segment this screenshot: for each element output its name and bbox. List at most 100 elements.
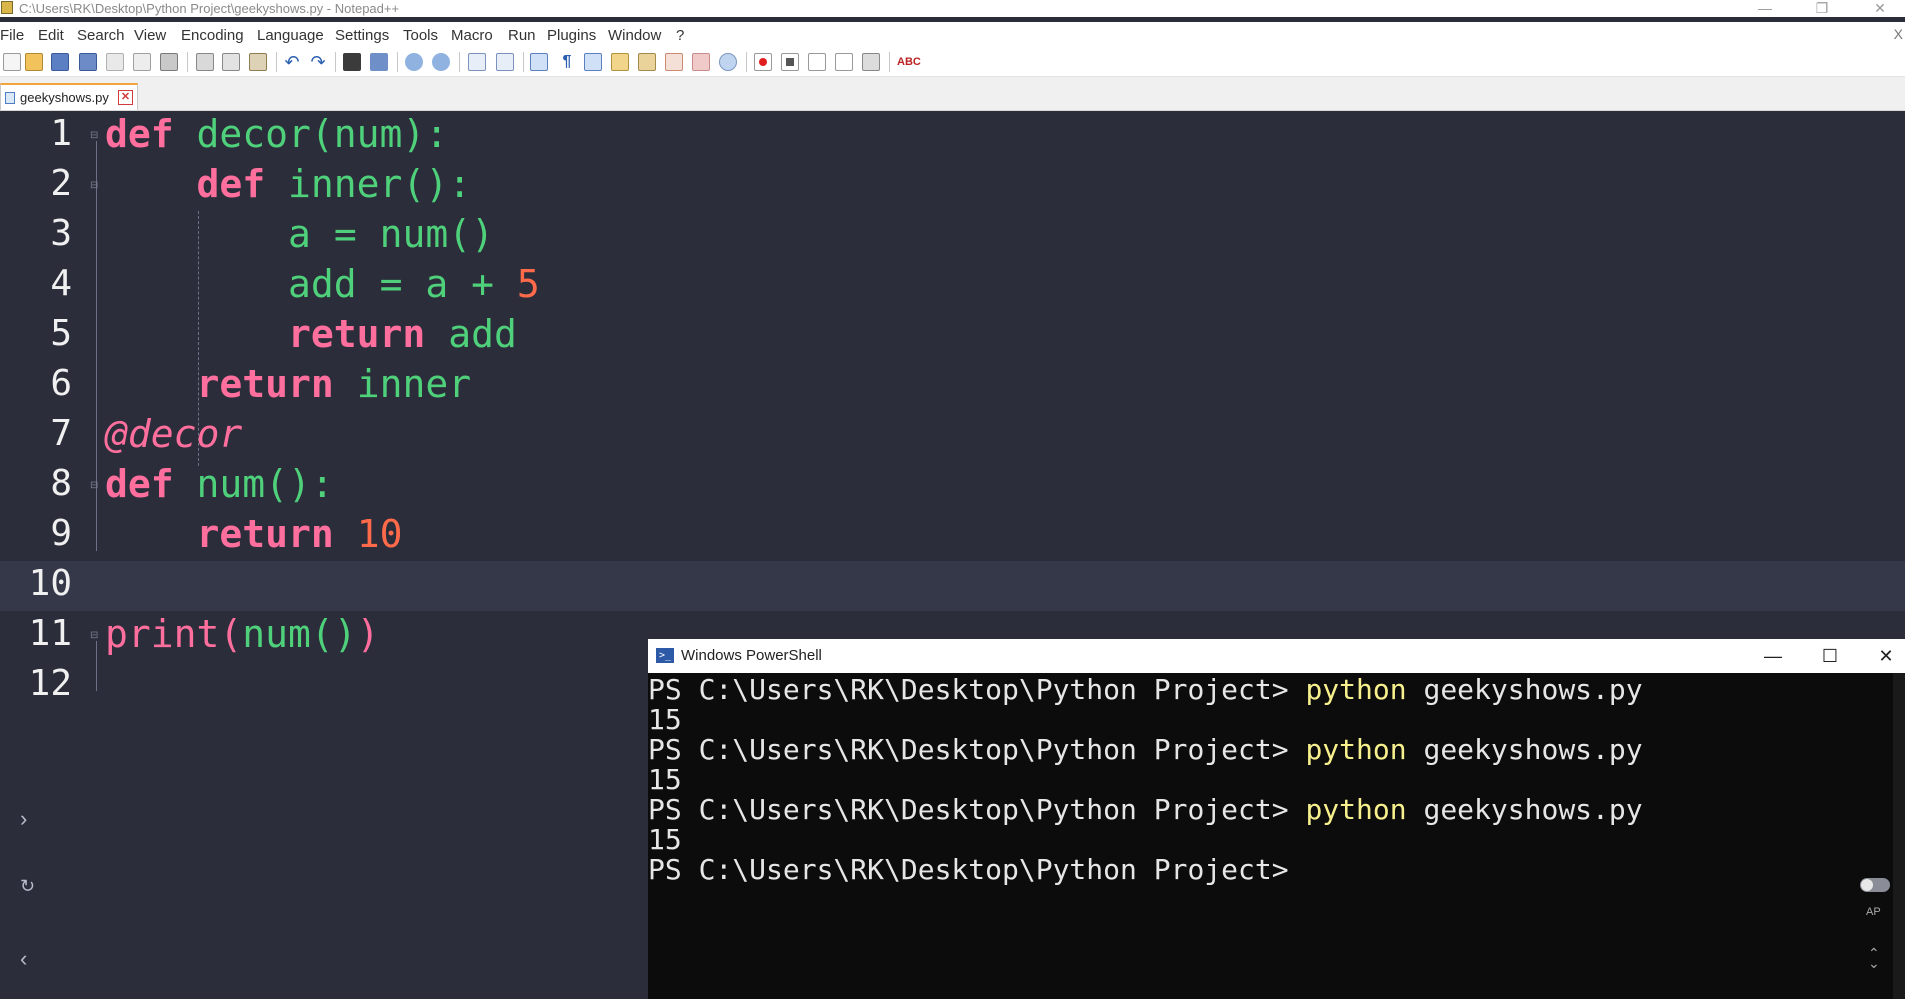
fold-marker-icon[interactable]: ⊟ [90, 481, 100, 491]
toolbar-separator [335, 52, 336, 72]
word-wrap-icon[interactable] [530, 53, 548, 71]
menu-window[interactable]: Window [608, 27, 661, 44]
menu-language[interactable]: Language [257, 27, 324, 44]
run-macro-multiple-icon[interactable] [835, 53, 853, 71]
back-icon[interactable]: ‹ [20, 946, 27, 972]
menu-settings[interactable]: Settings [335, 27, 389, 44]
close-all-icon[interactable] [133, 53, 151, 71]
menu-tools[interactable]: Tools [403, 27, 438, 44]
line-number: 5 [50, 313, 72, 354]
console-final-prompt: PS C:\Users\RK\Desktop\Python Project> [648, 853, 1289, 886]
user-language-icon[interactable] [611, 53, 629, 71]
code-text: @decor [105, 412, 243, 456]
console-argument: geekyshows.py [1406, 793, 1643, 826]
code-text: def inner(): [196, 162, 472, 206]
console-command: python [1305, 733, 1407, 766]
tab-close-icon[interactable]: ✕ [118, 90, 133, 105]
powershell-console[interactable]: PS C:\Users\RK\Desktop\Python Project> p… [648, 673, 1893, 999]
code-text: return 10 [196, 512, 403, 556]
sync-horizontal-icon[interactable] [496, 53, 514, 71]
menu-view[interactable]: View [134, 27, 166, 44]
new-file-icon[interactable] [3, 53, 21, 71]
fold-marker-icon[interactable]: ⊟ [90, 181, 100, 191]
powershell-minimize-button[interactable]: — [1753, 641, 1793, 671]
record-macro-icon[interactable] [754, 53, 772, 71]
menu-edit[interactable]: Edit [38, 27, 64, 44]
zoom-out-icon[interactable] [432, 53, 450, 71]
refresh-icon[interactable]: ↻ [20, 876, 35, 897]
close-file-icon[interactable] [106, 53, 124, 71]
line-number: 3 [50, 213, 72, 254]
console-output: 15 [648, 823, 682, 856]
spell-check-icon[interactable]: ABC [897, 53, 921, 71]
open-file-icon[interactable] [25, 53, 43, 71]
powershell-maximize-button[interactable]: ☐ [1810, 641, 1850, 671]
notepad-app-icon [1, 1, 13, 14]
minimize-button[interactable]: — [1745, 0, 1785, 17]
code-line: 6 return inner [0, 361, 1905, 411]
code-text: def decor(num): [105, 112, 449, 156]
find-icon[interactable] [343, 53, 361, 71]
code-text: def num(): [105, 462, 334, 506]
expand-panel-icon[interactable]: › [20, 806, 27, 832]
menu-help[interactable]: ? [676, 27, 684, 44]
toolbar-separator [746, 52, 747, 72]
console-prompt: PS C:\Users\RK\Desktop\Python Project> [648, 733, 1306, 766]
line-number: 6 [50, 363, 72, 404]
close-button[interactable]: ✕ [1860, 0, 1900, 17]
stop-macro-icon[interactable] [781, 53, 799, 71]
fold-marker-icon[interactable]: ⊟ [90, 631, 100, 641]
folder-workspace-icon[interactable] [692, 53, 710, 71]
paste-icon[interactable] [249, 53, 267, 71]
function-list-icon[interactable] [665, 53, 683, 71]
restore-button[interactable]: ❐ [1802, 0, 1842, 17]
print-icon[interactable] [160, 53, 178, 71]
powershell-window[interactable]: >_ Windows PowerShell — ☐ ✕ PS C:\Users\… [648, 639, 1905, 999]
code-text: add = a + 5 [288, 262, 540, 306]
save-all-icon[interactable] [79, 53, 97, 71]
sync-vertical-icon[interactable] [468, 53, 486, 71]
menu-encoding[interactable]: Encoding [181, 27, 244, 44]
replace-icon[interactable] [370, 53, 388, 71]
console-output: 15 [648, 703, 682, 736]
console-output: 15 [648, 763, 682, 796]
indent-guide-icon[interactable] [584, 53, 602, 71]
redo-icon[interactable]: ↷ [309, 53, 327, 71]
save-icon[interactable] [51, 53, 69, 71]
monitoring-icon[interactable] [719, 53, 737, 71]
line-number: 1 [50, 113, 72, 154]
code-line: 3 a = num() [0, 211, 1905, 261]
line-number: 8 [50, 463, 72, 504]
show-all-characters-icon[interactable]: ¶ [558, 53, 576, 71]
menu-run[interactable]: Run [508, 27, 536, 44]
toolbar-separator [187, 52, 188, 72]
toolbar: ↶ ↷ ¶ ABC [0, 48, 1905, 77]
zoom-in-icon[interactable] [405, 53, 423, 71]
fold-marker-icon[interactable]: ⊟ [90, 131, 100, 141]
powershell-close-button[interactable]: ✕ [1866, 641, 1905, 671]
file-icon [5, 92, 15, 104]
menu-file[interactable]: File [0, 27, 24, 44]
line-number: 11 [28, 613, 72, 654]
undo-icon[interactable]: ↶ [283, 53, 301, 71]
document-map-icon[interactable] [638, 53, 656, 71]
play-macro-icon[interactable] [808, 53, 826, 71]
menu-search[interactable]: Search [77, 27, 125, 44]
menu-plugins[interactable]: Plugins [547, 27, 596, 44]
tab-geekyshows[interactable]: geekyshows.py ✕ [0, 83, 138, 110]
cut-icon[interactable] [196, 53, 214, 71]
menu-macro[interactable]: Macro [451, 27, 493, 44]
console-line: PS C:\Users\RK\Desktop\Python Project> p… [648, 793, 1643, 826]
menu-bar: File Edit Search View Encoding Language … [0, 22, 1905, 48]
copy-icon[interactable] [222, 53, 240, 71]
close-document-icon[interactable]: X [1894, 26, 1903, 42]
code-line: 8 ⊟ def num(): [0, 461, 1905, 511]
widget-label: AP [1866, 906, 1881, 918]
document-tab-strip: geekyshows.py ✕ [0, 77, 1905, 111]
toggle-switch[interactable] [1860, 878, 1890, 892]
powershell-titlebar[interactable]: >_ Windows PowerShell — ☐ ✕ [648, 639, 1905, 673]
tab-label: geekyshows.py [20, 90, 109, 105]
save-macro-icon[interactable] [862, 53, 880, 71]
scroll-arrows-icon[interactable]: ⌃ ⌄ [1868, 946, 1880, 970]
toolbar-separator [276, 52, 277, 72]
